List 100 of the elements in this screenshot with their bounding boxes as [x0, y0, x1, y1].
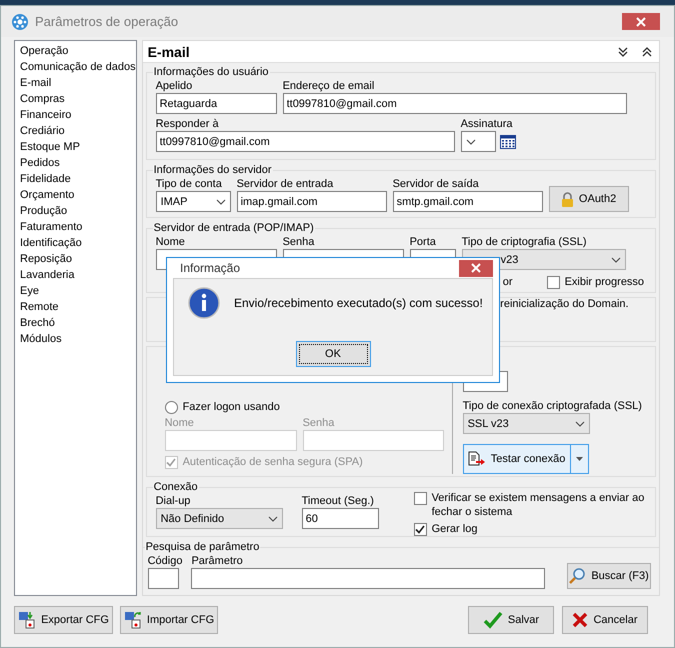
field-label: Parâmetro	[191, 554, 243, 568]
group-legend: Servidor de entrada (POP/IMAP)	[152, 222, 315, 235]
cross-icon	[572, 612, 588, 628]
document-arrow-icon	[468, 451, 486, 467]
sidebar-item[interactable]: Reposição	[20, 251, 136, 267]
sidebar-item[interactable]: Lavanderia	[20, 267, 136, 283]
dialup-select[interactable]: Não Definido	[156, 508, 283, 529]
field-label: Servidor de saída	[392, 177, 479, 191]
nickname-field[interactable]: Retaguarda	[156, 93, 277, 114]
close-icon	[636, 16, 646, 26]
group-legend: Informações do servidor	[152, 164, 273, 177]
export-button[interactable]: Exportar CFG	[14, 606, 113, 634]
oauth-button[interactable]: OAuth2	[548, 186, 629, 212]
field-label: Nome	[164, 416, 194, 430]
export-icon	[18, 611, 36, 629]
group-legend: Pesquisa de parâmetro	[144, 541, 260, 554]
reply-to-field[interactable]: tt0997810@gmail.com	[156, 131, 455, 152]
group-legend: Informações do usuário	[152, 66, 270, 79]
sidebar-item[interactable]: Financeiro	[20, 107, 136, 123]
password-field[interactable]	[302, 430, 444, 451]
checkbox[interactable]	[414, 523, 427, 536]
checkbox[interactable]	[414, 492, 427, 505]
panel-title: E-mail	[148, 44, 191, 60]
logon-radio[interactable]: Fazer logon usando	[164, 400, 444, 414]
info-icon	[188, 287, 220, 319]
cancel-button[interactable]: Cancelar	[562, 606, 648, 634]
sidebar-item[interactable]: Faturamento	[20, 219, 136, 235]
sidebar-item[interactable]: Módulos	[20, 331, 136, 347]
option-checkbox[interactable]: Verificar se existem mensagens a enviar ao fechar o sistema	[414, 491, 647, 519]
check-icon	[166, 458, 176, 467]
parameter-field[interactable]	[191, 568, 546, 589]
field-label: Servidor de entrada	[236, 177, 334, 191]
collapse-all-icon[interactable]	[640, 46, 653, 58]
checkbox[interactable]	[546, 276, 560, 289]
chevron-down-icon	[466, 138, 476, 144]
dialog-close-button[interactable]	[459, 260, 493, 276]
sidebar-item[interactable]: Orçamento	[20, 187, 136, 203]
padlock-icon	[560, 192, 574, 206]
sidebar-item[interactable]: Pedidos	[20, 155, 136, 171]
field-label: Tipo de criptografia (SSL)	[462, 235, 587, 249]
outgoing-server-field[interactable]: smtp.gmail.com	[392, 191, 543, 212]
caret-icon	[576, 457, 583, 461]
search-icon	[568, 567, 586, 585]
search-button[interactable]: Buscar (F3)	[566, 563, 651, 589]
radio-button[interactable]	[164, 401, 178, 414]
field-label: Endereço de email	[282, 79, 374, 93]
field-label: Responder à	[156, 117, 219, 131]
field-label: Timeout (Seg.)	[302, 494, 374, 508]
chevron-down-icon	[574, 420, 585, 426]
field-label: Senha	[302, 416, 334, 430]
sidebar-item[interactable]: Crediário	[20, 123, 136, 139]
sidebar-item[interactable]: Eye	[20, 283, 136, 299]
sidebar-item[interactable]: Comunicação de dados	[20, 59, 136, 75]
check-icon	[482, 611, 503, 629]
dialog-message: Envio/recebimento executado(s) com sucesso!	[234, 296, 483, 310]
sidebar-item[interactable]: Remote	[20, 299, 136, 315]
timeout-field[interactable]: 60	[302, 508, 379, 529]
field-label: Assinatura	[460, 117, 513, 131]
sidebar-item[interactable]: Brechó	[20, 315, 136, 331]
sidebar-item[interactable]: Estoque MP	[20, 139, 136, 155]
window-title: Parâmetros de operação	[35, 14, 180, 29]
sidebar-item[interactable]: Operação	[20, 43, 136, 59]
show-progress-checkbox[interactable]: Exibir progresso	[546, 275, 647, 289]
chevron-down-icon	[216, 198, 226, 204]
code-field[interactable]	[148, 568, 179, 589]
save-button[interactable]: Salvar	[468, 606, 554, 634]
ok-button[interactable]: OK	[296, 341, 370, 367]
field-label: Tipo de conta	[156, 177, 222, 191]
close-button[interactable]	[622, 13, 660, 30]
close-icon	[471, 263, 481, 273]
option-checkbox[interactable]: Gerar log	[414, 522, 647, 536]
import-button[interactable]: Importar CFG	[120, 606, 218, 634]
account-type-select[interactable]: IMAP	[156, 191, 231, 212]
field-label: Tipo de conexão criptografada (SSL)	[462, 399, 642, 413]
field-label: Dial-up	[156, 494, 190, 508]
chevron-down-icon	[268, 516, 278, 522]
import-icon	[124, 611, 142, 629]
dialog-title: Informação	[180, 261, 242, 275]
check-icon	[415, 525, 426, 534]
ssl-select[interactable]: SSL v23	[462, 413, 590, 434]
sidebar-item[interactable]: Fidelidade	[20, 171, 136, 187]
field-label: Apelido	[156, 79, 192, 93]
field-label: Nome	[156, 235, 185, 249]
chevron-down-icon	[610, 256, 621, 262]
sidebar-item[interactable]: Compras	[20, 91, 136, 107]
sidebar-item[interactable]: E-mail	[20, 75, 136, 91]
incoming-server-field[interactable]: imap.gmail.com	[236, 191, 387, 212]
field-label: Senha	[282, 235, 314, 249]
note-text: reinicialização do Domain.	[500, 298, 629, 310]
sidebar-item[interactable]: Produção	[20, 203, 136, 219]
name-field[interactable]	[164, 430, 297, 451]
test-connection-button[interactable]: Testar conexão	[462, 444, 571, 474]
email-field[interactable]: tt0997810@gmail.com	[282, 93, 627, 114]
expand-all-icon[interactable]	[616, 46, 629, 58]
field-label: Porta	[410, 235, 436, 249]
signature-select[interactable]	[460, 131, 496, 152]
field-label: Código	[148, 554, 182, 568]
sidebar-item[interactable]: Identificação	[20, 235, 136, 251]
group-legend: Conexão	[152, 481, 199, 494]
calendar-icon[interactable]	[500, 134, 516, 148]
